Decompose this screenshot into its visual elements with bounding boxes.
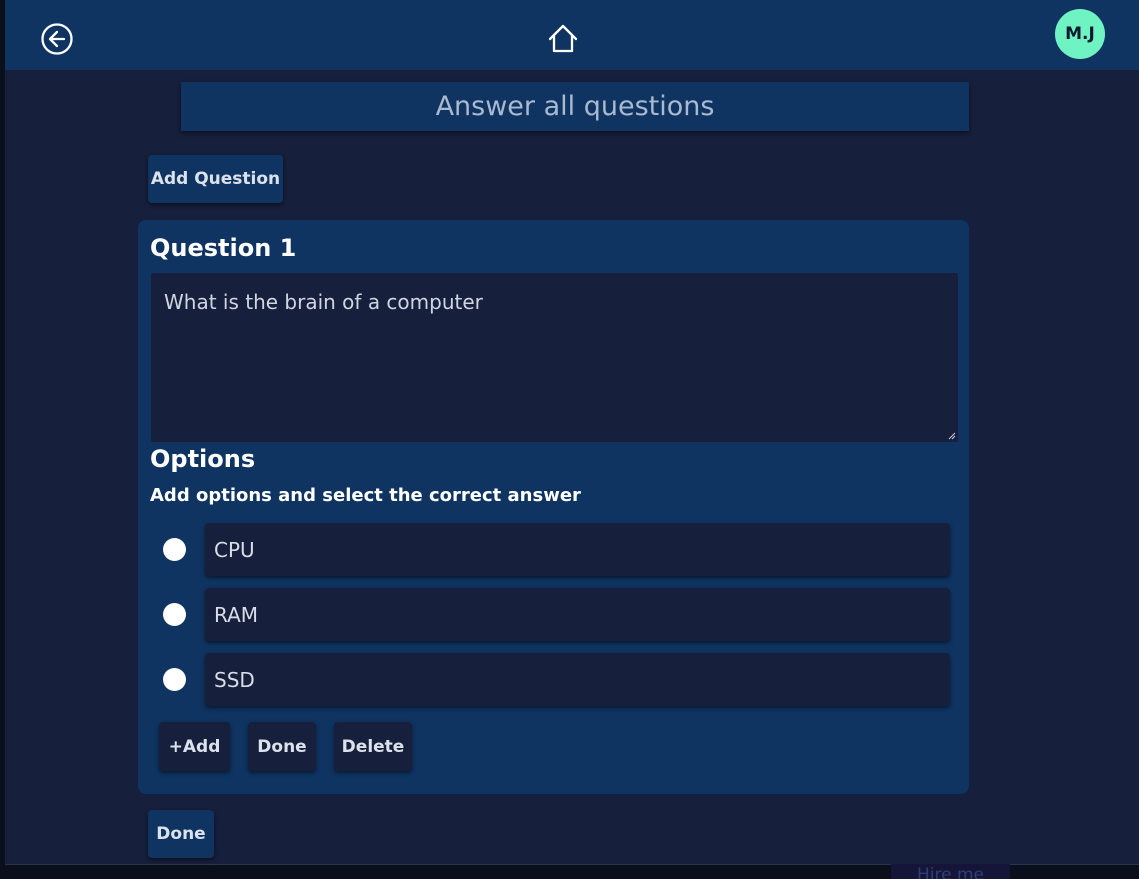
question-card: Question 1 What is the brain of a comput… [138,220,969,794]
hire-me-button[interactable]: Hire me [891,864,1010,879]
option-row: CPU [162,523,952,576]
user-avatar[interactable]: M.J [1055,9,1105,59]
option-radio[interactable] [163,668,186,691]
home-button[interactable] [546,22,580,56]
option-label: CPU [214,537,255,562]
back-button[interactable] [40,22,74,56]
page-title: Answer all questions [181,82,969,131]
option-row: RAM [162,588,952,641]
done-option-button[interactable]: Done [248,722,316,771]
question-text: What is the brain of a computer [164,290,483,314]
option-label: RAM [214,602,259,627]
question-text-field[interactable]: What is the brain of a computer [151,273,958,442]
add-question-button[interactable]: Add Question [148,155,283,203]
arrow-left-circle-icon [41,23,73,55]
options-hint: Add options and select the correct answe… [150,485,581,506]
option-radio[interactable] [163,603,186,626]
options-title: Options [150,445,256,473]
option-row: SSD [162,653,952,706]
app-window: M.J Answer all questions Add Question Qu… [5,0,1139,865]
option-radio[interactable] [163,538,186,561]
option-input[interactable]: RAM [205,588,950,641]
option-label: SSD [214,667,255,692]
top-nav-bar: M.J [5,0,1139,70]
option-input[interactable]: SSD [205,653,950,706]
home-icon [548,24,578,53]
add-option-button[interactable]: +Add [159,722,230,771]
delete-question-button[interactable]: Delete [334,722,412,771]
option-input[interactable]: CPU [205,523,950,576]
resize-handle-icon[interactable] [948,432,956,440]
done-button[interactable]: Done [148,810,214,858]
question-title: Question 1 [150,234,297,262]
